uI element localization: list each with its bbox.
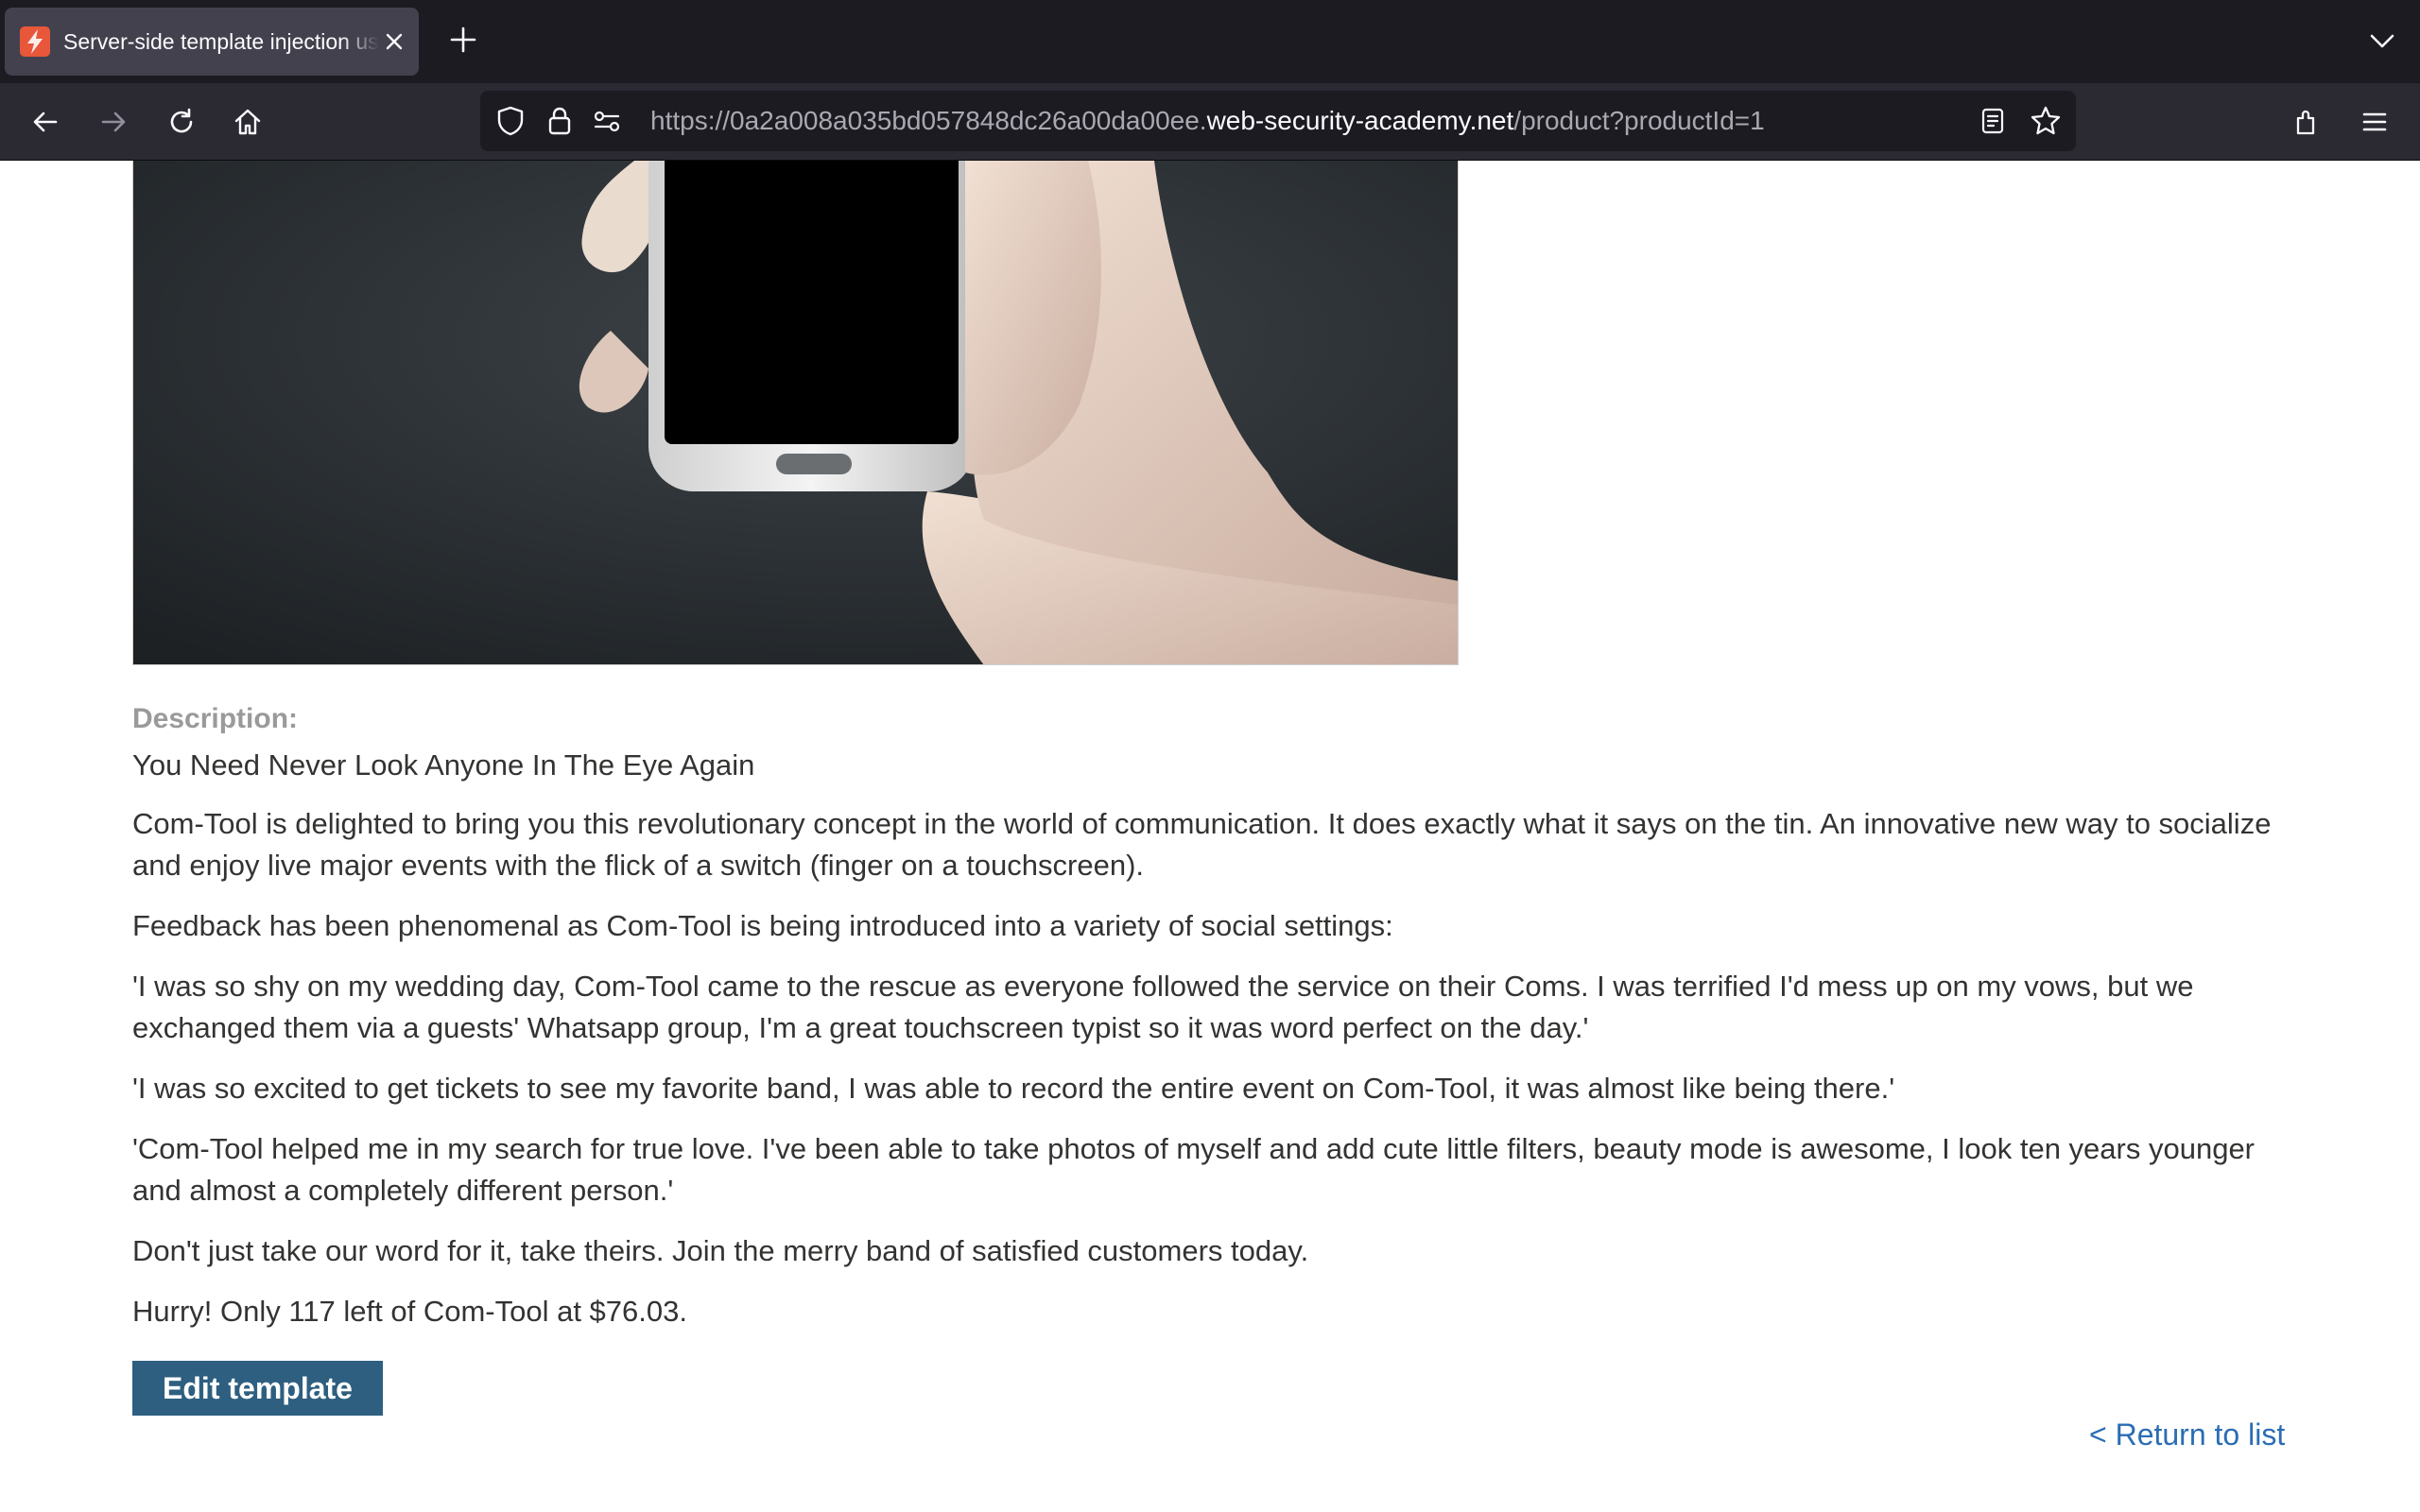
description-paragraph: Com-Tool is delighted to bring you this … xyxy=(132,807,2272,882)
phone-in-hand-image xyxy=(133,161,1458,664)
description-label: Description: xyxy=(132,703,299,734)
url-scheme-subdomain: https://0a2a008a035bd057848dc26a00da00ee… xyxy=(650,106,1207,135)
home-icon[interactable] xyxy=(225,99,270,145)
active-tab[interactable]: Server-side template injection using doc… xyxy=(5,8,419,76)
tracking-protection-shield-icon[interactable] xyxy=(493,104,527,138)
lock-icon[interactable] xyxy=(543,104,577,138)
description-paragraph: Feedback has been phenomenal as Com-Tool… xyxy=(132,909,1393,942)
bookmark-star-icon[interactable] xyxy=(2029,104,2063,138)
stock-price-paragraph: Hurry! Only 117 left of Com-Tool at $76.… xyxy=(132,1295,687,1328)
tab-strip: Server-side template injection using doc… xyxy=(0,0,2420,83)
url-path: /product?productId=1 xyxy=(1513,106,1765,135)
navigation-toolbar: https://0a2a008a035bd057848dc26a00da00ee… xyxy=(0,83,2420,161)
testimonial-paragraph: 'Com-Tool helped me in my search for tru… xyxy=(132,1132,2256,1207)
address-bar[interactable]: https://0a2a008a035bd057848dc26a00da00ee… xyxy=(480,91,2076,151)
return-to-list-link[interactable]: < Return to list xyxy=(2089,1418,2285,1452)
testimonial-paragraph: 'I was so excited to get tickets to see … xyxy=(132,1072,1895,1105)
close-tab-icon[interactable] xyxy=(381,28,407,55)
product-headline: You Need Never Look Anyone In The Eye Ag… xyxy=(132,748,755,782)
extensions-icon[interactable] xyxy=(2284,99,2329,145)
forward-arrow-icon[interactable] xyxy=(91,99,136,145)
page-content: Description: You Need Never Look Anyone … xyxy=(0,161,2420,1512)
permissions-icon[interactable] xyxy=(590,104,624,138)
reader-view-icon[interactable] xyxy=(1976,104,2010,138)
reload-icon[interactable] xyxy=(159,99,204,145)
edit-template-button[interactable]: Edit template xyxy=(132,1361,383,1416)
portswigger-bolt-icon xyxy=(20,26,50,57)
url-text[interactable]: https://0a2a008a035bd057848dc26a00da00ee… xyxy=(650,91,1765,151)
hamburger-menu-icon[interactable] xyxy=(2352,99,2397,145)
url-host: web-security-academy.net xyxy=(1206,106,1514,135)
list-all-tabs-chevron-icon[interactable] xyxy=(2363,23,2401,60)
new-tab-plus-icon[interactable] xyxy=(444,21,482,59)
testimonial-paragraph: 'I was so shy on my wedding day, Com-Too… xyxy=(132,970,2194,1044)
back-arrow-icon[interactable] xyxy=(23,99,68,145)
description-paragraph: Don't just take our word for it, take th… xyxy=(132,1234,1309,1267)
product-image xyxy=(132,161,1459,665)
tab-title: Server-side template injection using doc… xyxy=(63,29,379,54)
